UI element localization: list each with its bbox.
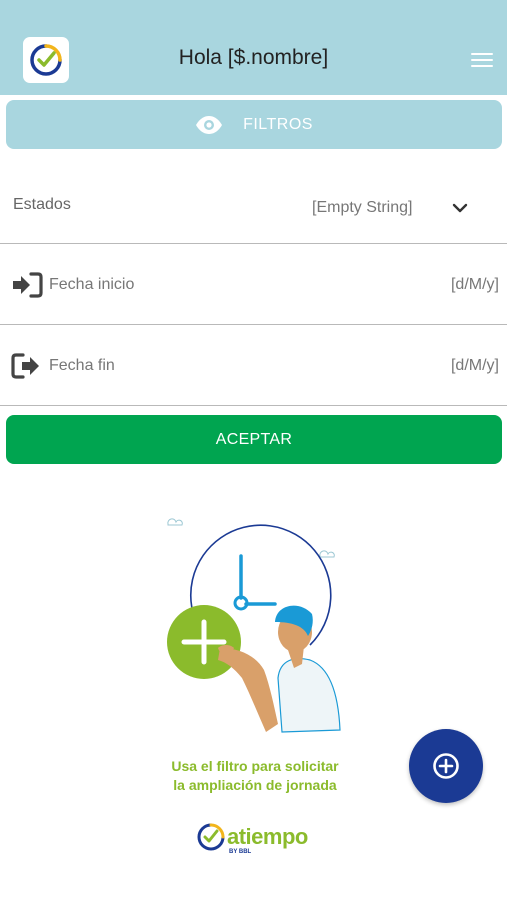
start-date-label: Fecha inicio [49,276,135,293]
states-select[interactable]: Estados [Empty String] [0,164,507,244]
hint-text: Usa el filtro para solicitar la ampliaci… [150,757,360,795]
start-date-field[interactable]: Fecha inicio [d/M/y] [0,245,507,325]
app-header: Hola [$.nombre] [0,0,507,95]
end-date-value: [d/M/y] [450,357,499,374]
hint-line-2: la ampliación de jornada [173,777,337,793]
sign-out-icon [11,353,39,379]
add-request-button[interactable] [409,729,483,803]
brand-subtitle: BY BBL [229,849,252,855]
end-date-field[interactable]: Fecha fin [d/M/y] [0,326,507,406]
brand-name: atiempo [227,824,308,849]
filters-label: FILTROS [243,115,313,133]
sign-in-icon [13,272,43,298]
atiempo-logo-icon [197,823,225,851]
filters-button[interactable]: FILTROS [6,100,502,149]
start-date-value: [d/M/y] [450,276,499,293]
states-label: Estados [13,196,71,213]
accept-button[interactable]: ACEPTAR [6,415,502,464]
page-title: Hola [$.nombre] [178,46,329,69]
chevron-down-icon [452,203,468,213]
hamburger-menu-icon[interactable] [469,47,495,73]
footer-brand-logo: atiempo BY BBL [196,822,316,858]
end-date-label: Fecha fin [49,357,115,374]
clock-person-illustration [167,518,341,733]
hint-line-1: Usa el filtro para solicitar [171,758,339,774]
states-value: [Empty String] [312,199,413,216]
eye-icon [196,115,223,134]
plus-circle-icon [433,753,459,779]
